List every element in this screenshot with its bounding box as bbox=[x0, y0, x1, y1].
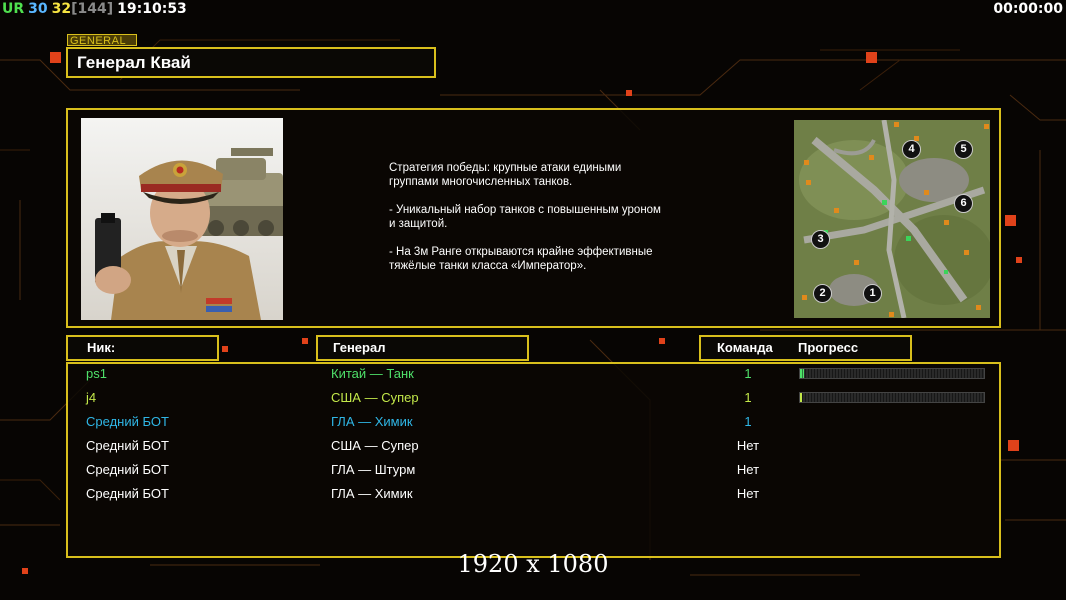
player-general[interactable]: США — Супер bbox=[331, 386, 419, 410]
player-team[interactable]: 1 bbox=[726, 410, 770, 434]
decor-square bbox=[50, 52, 61, 63]
decor-square bbox=[626, 90, 632, 96]
hud-count-bracket: [144] bbox=[71, 1, 114, 17]
start-position-marker[interactable]: 2 bbox=[813, 284, 832, 303]
player-row[interactable]: j4 США — Супер 1 bbox=[0, 386, 1066, 410]
player-nick: ps1 bbox=[86, 366, 107, 381]
player-progress-ticks bbox=[800, 393, 984, 402]
player-nick: Средний БОТ bbox=[86, 486, 169, 501]
player-nick: Средний БОТ bbox=[86, 462, 169, 477]
decor-square bbox=[1005, 215, 1016, 226]
decor-square bbox=[222, 346, 228, 352]
hud-stats: UR 30 32[144] 19:10:53 bbox=[2, 1, 191, 17]
player-row[interactable]: Средний БОТ ГЛА — Штурм Нет bbox=[0, 458, 1066, 482]
header-nick: Ник: bbox=[66, 335, 219, 361]
start-position-marker[interactable]: 4 bbox=[902, 140, 921, 159]
player-general[interactable]: ГЛА — Штурм bbox=[331, 458, 415, 482]
player-nick: Средний БОТ bbox=[86, 414, 169, 429]
player-progress-bar bbox=[799, 368, 985, 379]
hud-ur-label: UR bbox=[2, 1, 25, 17]
header-progress: Прогресс bbox=[798, 340, 859, 355]
player-general[interactable]: ГЛА — Химик bbox=[331, 410, 413, 434]
general-description: Стратегия победы: крупные атаки едиными … bbox=[389, 162, 661, 272]
start-position-marker[interactable]: 5 bbox=[954, 140, 973, 159]
player-progress-ticks bbox=[800, 369, 984, 378]
player-progress-bar bbox=[799, 392, 985, 403]
hud-clock: 19:10:53 bbox=[117, 1, 187, 17]
decor-square bbox=[302, 338, 308, 344]
player-general[interactable]: Китай — Танк bbox=[331, 362, 414, 386]
player-row[interactable]: Средний БОТ США — Супер Нет bbox=[0, 434, 1066, 458]
resolution-caption: 1920 x 1080 bbox=[457, 550, 609, 578]
player-row[interactable]: ps1 Китай — Танк 1 bbox=[0, 362, 1066, 386]
decor-square bbox=[1016, 257, 1022, 263]
player-team[interactable]: 1 bbox=[726, 386, 770, 410]
player-team[interactable]: Нет bbox=[726, 458, 770, 482]
player-team[interactable]: Нет bbox=[726, 482, 770, 506]
player-nick: Средний БОТ bbox=[86, 438, 169, 453]
player-team[interactable]: 1 bbox=[726, 362, 770, 386]
player-team[interactable]: Нет bbox=[726, 434, 770, 458]
player-general[interactable]: США — Супер bbox=[331, 434, 419, 458]
hud-fps: 30 bbox=[28, 1, 48, 17]
decor-square bbox=[866, 52, 877, 63]
player-nick: j4 bbox=[86, 390, 97, 405]
minimap[interactable]: 2 1 3 4 5 6 bbox=[794, 120, 990, 318]
header-team: Команда bbox=[717, 340, 773, 355]
start-position-marker[interactable]: 1 bbox=[863, 284, 882, 303]
header-team-progress: Команда Прогресс bbox=[699, 335, 912, 361]
start-position-marker[interactable]: 6 bbox=[954, 194, 973, 213]
general-name-title: Генерал Квай bbox=[66, 47, 436, 78]
general-portrait bbox=[81, 118, 283, 320]
player-row[interactable]: Средний БОТ ГЛА — Химик Нет bbox=[0, 482, 1066, 506]
start-position-marker[interactable]: 3 bbox=[811, 230, 830, 249]
hud-timer: 00:00:00 bbox=[993, 1, 1063, 17]
header-general: Генерал bbox=[316, 335, 529, 361]
decor-square bbox=[659, 338, 665, 344]
general-tag: GENERAL bbox=[67, 34, 137, 47]
player-row[interactable]: Средний БОТ ГЛА — Химик 1 bbox=[0, 410, 1066, 434]
player-general[interactable]: ГЛА — Химик bbox=[331, 482, 413, 506]
hud-count: 32 bbox=[51, 1, 72, 17]
